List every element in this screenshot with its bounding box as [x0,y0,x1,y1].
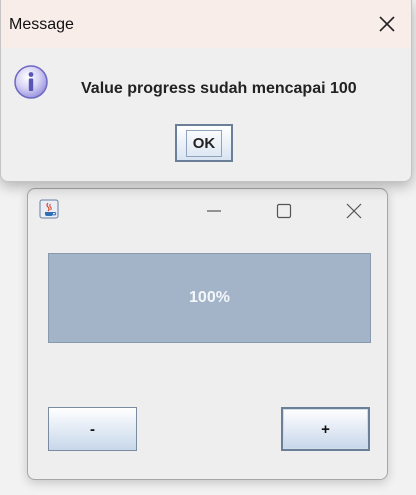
progress-text: 100% [189,289,230,306]
ok-button-label: OK [185,129,223,157]
message-dialog: Message Value progress sudah mencapai 10… [0,0,412,182]
dialog-titlebar: Message [1,0,411,48]
close-icon[interactable] [344,201,364,221]
decrement-button[interactable]: - [48,407,137,451]
dialog-message: Value progress sudah mencapai 100 [81,80,357,97]
minimize-icon[interactable] [204,201,224,221]
window-titlebar [28,189,387,229]
increment-button[interactable]: + [281,407,370,451]
info-icon [14,65,48,99]
progress-bar: 100% [48,253,371,343]
close-icon[interactable] [377,14,397,34]
dialog-title: Message [9,16,74,33]
maximize-icon[interactable] [274,201,294,221]
java-icon[interactable] [39,199,59,219]
ok-button[interactable]: OK [175,124,233,162]
main-window: 100% - + [27,188,388,480]
